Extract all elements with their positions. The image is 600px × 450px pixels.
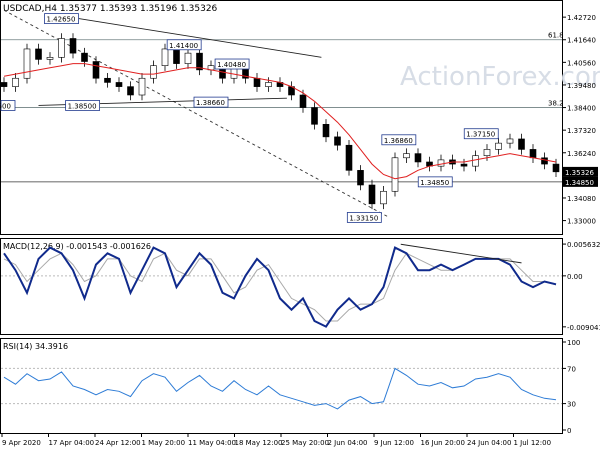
swing-label-text: 1.37150 [466,131,495,139]
price-ytick-label: 1.38400 [567,105,596,113]
candle-body [23,48,31,79]
candle-body [253,77,261,87]
candle-body [506,138,514,144]
price-ytick-label: 1.33000 [567,218,596,226]
candle-body [184,52,192,64]
candle-body [104,77,111,83]
candle-body [345,144,353,171]
candle-body [0,82,8,87]
rsi-ytick-label: 70 [567,365,576,373]
price-ytick-label: 1.36240 [567,150,596,158]
swing-label-text: 1.41400 [169,42,198,50]
candle-body [414,153,422,163]
last-price-text: 1.35326 [565,169,594,177]
candle-body [495,142,502,150]
candle-body [460,163,468,167]
xtick-label: 9 Jun 12:00 [374,439,414,447]
rsi-ytick-label: 0 [567,427,571,435]
xtick-label: 11 May 04:00 [188,439,236,447]
candle-body [12,77,19,87]
swing-label-text: 1.42650 [47,16,76,24]
swing-label-text: 1.33150 [349,214,378,222]
candle-body [552,163,560,173]
candle-body [529,149,537,159]
candle-body [311,107,318,125]
rsi-panel [0,338,563,434]
price-title: USDCAD,H4 1.35377 1.35393 1.35196 1.3532… [3,4,218,14]
price-ytick-label: 1.42720 [567,14,596,22]
xtick-label: 1 Jul 12:00 [514,439,552,447]
xtick-label: 25 May 20:00 [281,439,329,447]
xtick-label: 24 Jun 04:00 [467,439,511,447]
candle-body [334,136,341,146]
candle-body [472,155,479,167]
macd-ytick-label: -0.009041 [567,324,600,332]
rsi-ytick-label: 100 [567,339,580,347]
candle-body [81,52,88,62]
macd-panel [0,238,563,335]
fib-level-label: 38.2 [548,100,564,108]
price-ytick-label: 1.37320 [567,127,596,135]
price-ytick-label: 1.40560 [567,59,596,67]
xtick-label: 2 Jun 04:00 [328,439,368,447]
candle-body [403,153,410,159]
candle-body [92,61,100,79]
candle-body [299,94,307,108]
candle-body [322,124,330,138]
candle-body [46,57,54,60]
price-ytick-label: 1.34080 [567,195,596,203]
candle-body [368,184,376,205]
left-edge-label-text: 1.38500 [0,102,11,110]
candle-body [391,157,399,192]
candle-body [483,149,491,156]
swing-label-text: 1.36860 [384,137,413,145]
candle-body [115,82,123,87]
candle-body [127,86,134,96]
candle-body [150,65,157,79]
price-ytick-label: 1.39480 [567,82,596,90]
support-price-text: 1.34850 [565,179,594,187]
candle-body [35,48,42,60]
swing-label-text: 1.38660 [196,99,225,107]
price-ytick-label: 1.41640 [567,37,596,45]
candle-body [161,48,169,66]
swing-label-text: 1.38500 [68,102,97,110]
rsi-ytick-label: 30 [567,401,576,409]
macd-title: MACD(12,26,9) -0.001543 -0.001626 [3,242,151,251]
rsi-title: RSI(14) 34.3916 [3,342,68,351]
candle-body [173,48,180,64]
candle-body [69,38,77,54]
xtick-label: 1 May 20:00 [142,439,186,447]
xtick-label: 17 Apr 04:00 [49,439,95,447]
macd-ytick-label: 0.005632 [567,241,600,249]
xtick-label: 9 Apr 2020 [2,439,41,447]
candle-body [541,157,548,165]
swing-label-text: 1.34850 [420,179,449,187]
candle-body [265,82,272,87]
candle-body [138,77,146,96]
swing-label-text: 1.40480 [217,61,246,69]
fib-level-label: 61.8 [548,32,564,40]
forex-chart: ActionForex.com USDCAD,H4 1.35377 1.3539… [0,0,600,447]
candle-body [437,159,445,167]
candle-body [518,138,525,150]
xtick-label: 16 Jun 20:00 [421,439,465,447]
xtick-label: 24 Apr 12:00 [95,439,141,447]
xtick-label: 18 May 12:00 [235,439,283,447]
candle-body [380,190,387,205]
candle-body [58,38,65,58]
macd-ytick-label: 0.00 [567,273,583,281]
candle-body [357,170,364,186]
price-panel [0,0,563,235]
